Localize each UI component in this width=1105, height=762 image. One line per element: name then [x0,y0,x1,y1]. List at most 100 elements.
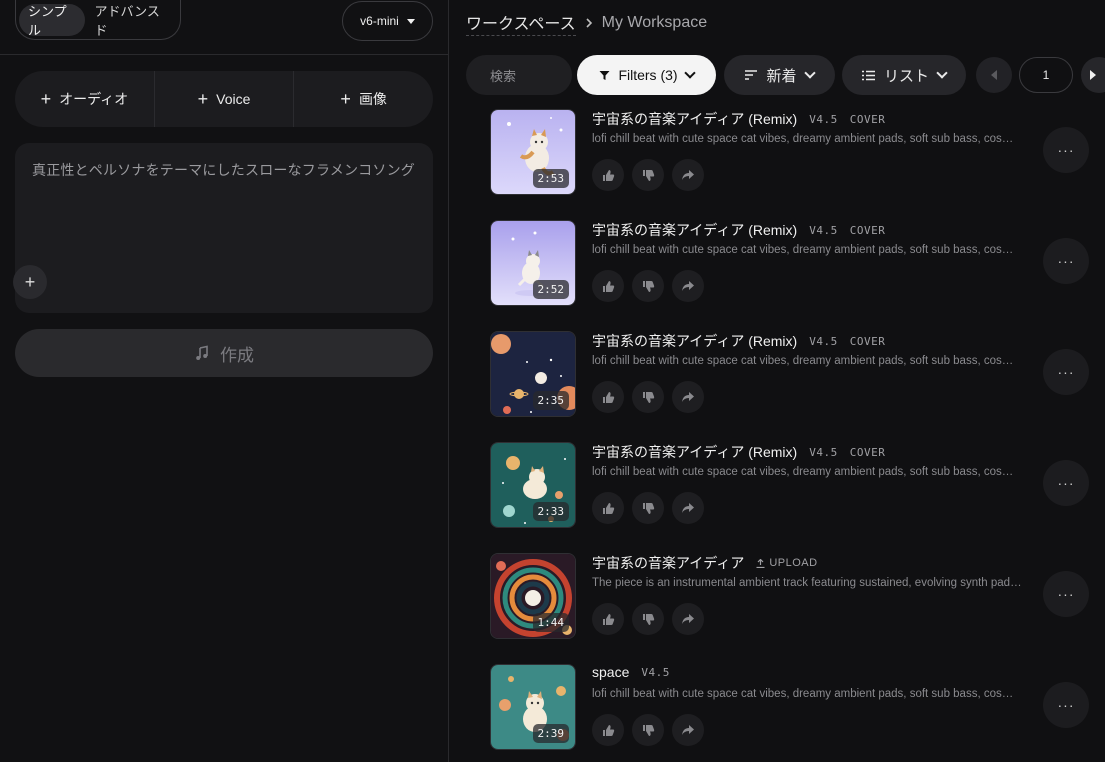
share-icon [682,392,694,402]
view-mode-button[interactable]: リスト [842,55,966,95]
prompt-add-button[interactable]: + [13,265,47,299]
thumbs-down-button[interactable] [632,714,664,746]
create-panel: シンプル アドバンスド v6-mini + オーディオ + Voice + 画像… [0,0,449,762]
thumbs-down-icon [642,613,654,625]
song-actions [592,714,704,746]
song-row[interactable]: 1:44 宇宙系の音楽アイディア UPLOAD The piece is an … [450,541,1105,652]
song-row[interactable]: 2:35 宇宙系の音楽アイディア (Remix) V4.5 COVER lofi… [450,319,1105,430]
add-media-row: + オーディオ + Voice + 画像 [15,71,433,127]
model-select-button[interactable]: v6-mini [342,1,433,41]
song-description: The piece is an instrumental ambient tra… [592,577,1022,589]
share-icon [682,170,694,180]
song-thumbnail[interactable]: 1:44 [490,553,576,639]
sort-button[interactable]: 新着 [724,55,835,95]
song-row[interactable]: 2:52 宇宙系の音楽アイディア (Remix) V4.5 COVER lofi… [450,208,1105,319]
song-title[interactable]: 宇宙系の音楽アイディア (Remix) [592,331,797,351]
add-image-label: 画像 [358,91,387,107]
thumbs-up-button[interactable] [592,603,624,635]
share-icon [682,614,694,624]
share-button[interactable] [672,492,704,524]
breadcrumb-current: My Workspace [601,14,708,31]
thumbs-down-icon [642,502,654,514]
thumbs-down-button[interactable] [632,381,664,413]
app-root: シンプル アドバンスド v6-mini + オーディオ + Voice + 画像… [0,0,1105,762]
thumbs-up-button[interactable] [592,714,624,746]
share-button[interactable] [672,270,704,302]
ellipsis-icon: ··· [1057,142,1075,158]
sort-label: 新着 [766,67,797,85]
share-button[interactable] [672,603,704,635]
song-actions [592,159,704,191]
song-thumbnail[interactable]: 2:35 [490,331,576,417]
thumbs-up-button[interactable] [592,270,624,302]
song-list: 2:53 宇宙系の音楽アイディア (Remix) V4.5 COVER lofi… [450,97,1105,762]
more-options-button[interactable]: ··· [1043,127,1089,173]
song-title[interactable]: 宇宙系の音楽アイディア [592,553,744,573]
song-title[interactable]: 宇宙系の音楽アイディア (Remix) [592,220,797,240]
model-label: v6-mini [360,14,399,28]
thumbs-up-icon [602,391,614,403]
more-options-button[interactable]: ··· [1043,349,1089,395]
plus-icon: + [197,89,209,109]
song-actions [592,270,704,302]
filters-button[interactable]: Filters (3) [577,55,716,95]
thumbs-up-button[interactable] [592,159,624,191]
add-image-button[interactable]: + 画像 [293,71,433,127]
share-button[interactable] [672,714,704,746]
song-row[interactable]: 2:39 space V4.5 lofi chill beat with cut… [450,652,1105,762]
more-options-button[interactable]: ··· [1043,460,1089,506]
search-input[interactable]: 検索 [466,55,572,95]
song-thumbnail[interactable]: 2:53 [490,109,576,195]
more-options-button[interactable]: ··· [1043,238,1089,284]
view-label: リスト [883,67,929,85]
song-title[interactable]: 宇宙系の音楽アイディア (Remix) [592,442,797,462]
next-page-button[interactable] [1081,57,1105,93]
thumbs-up-button[interactable] [592,381,624,413]
song-title[interactable]: 宇宙系の音楽アイディア (Remix) [592,109,797,129]
thumbs-down-button[interactable] [632,159,664,191]
more-options-button[interactable]: ··· [1043,571,1089,617]
thumbs-down-icon [642,280,654,292]
previous-page-button[interactable] [976,57,1012,93]
share-button[interactable] [672,381,704,413]
mode-advanced-button[interactable]: アドバンスド [85,4,177,38]
song-title-line: 宇宙系の音楽アイディア (Remix) V4.5 COVER [592,109,885,129]
song-description: lofi chill beat with cute space cat vibe… [592,688,1022,700]
ellipsis-icon: ··· [1057,697,1075,713]
share-icon [682,503,694,513]
mode-toggle: シンプル アドバンスド [15,0,181,40]
song-thumbnail[interactable]: 2:33 [490,442,576,528]
more-options-button[interactable]: ··· [1043,682,1089,728]
add-voice-button[interactable]: + Voice [153,71,294,127]
mode-simple-button[interactable]: シンプル [19,3,86,38]
create-button[interactable]: 作成 [15,329,433,377]
version-badge: V4.5 [809,334,838,348]
library-panel: ワークスペース My Workspace 検索 Filters (3) 新着 リ… [450,0,1105,762]
version-badge: V4.5 [809,112,838,126]
music-note-icon [196,345,208,360]
song-thumbnail[interactable]: 2:52 [490,220,576,306]
ellipsis-icon: ··· [1057,586,1075,602]
share-button[interactable] [672,159,704,191]
song-row[interactable]: 2:53 宇宙系の音楽アイディア (Remix) V4.5 COVER lofi… [450,97,1105,208]
thumbs-up-icon [602,502,614,514]
thumbs-down-button[interactable] [632,603,664,635]
library-toolbar: 検索 Filters (3) 新着 リスト 1 [466,55,1105,95]
upload-icon [756,558,765,568]
breadcrumb-workspace-link[interactable]: ワークスペース [466,10,576,36]
page-number-input[interactable]: 1 [1019,57,1073,93]
thumbs-up-button[interactable] [592,492,624,524]
tag-badge: COVER [849,334,886,348]
thumbs-down-button[interactable] [632,492,664,524]
search-placeholder: 検索 [490,68,517,84]
add-audio-button[interactable]: + オーディオ [15,71,154,127]
prompt-textarea[interactable]: 真正性とペルソナをテーマにしたスローなフラメンコソング [15,143,433,313]
add-voice-label: Voice [216,91,251,107]
song-title[interactable]: space [592,664,629,680]
thumbs-down-button[interactable] [632,270,664,302]
song-thumbnail[interactable]: 2:39 [490,664,576,750]
chevron-down-icon [936,67,948,79]
song-row[interactable]: 2:33 宇宙系の音楽アイディア (Remix) V4.5 COVER lofi… [450,430,1105,541]
chevron-down-icon [683,67,696,79]
ellipsis-icon: ··· [1057,253,1075,269]
